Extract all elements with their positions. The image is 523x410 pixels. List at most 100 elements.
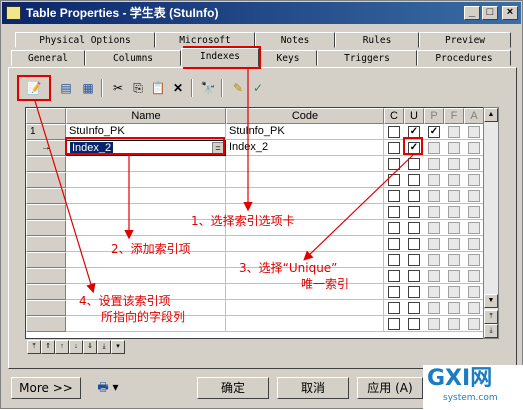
empty-checkbox[interactable] (408, 206, 420, 218)
tab-preview[interactable]: Preview (419, 32, 511, 48)
apply-button[interactable]: 应用 (A) (357, 377, 423, 399)
empty-checkbox[interactable] (388, 158, 400, 170)
current-row-marker[interactable]: → (26, 140, 66, 156)
insert-row-icon[interactable]: ▤ (57, 79, 75, 97)
primary-checkbox[interactable]: ✓ (428, 126, 440, 138)
empty-cell[interactable] (66, 172, 226, 188)
c-column-header[interactable]: C (384, 108, 404, 124)
empty-checkbox[interactable] (388, 190, 400, 202)
find-icon[interactable]: 🔭 (199, 79, 217, 97)
scroll-up-icon[interactable]: ▲ (484, 108, 498, 122)
paste-icon[interactable]: 📋 (149, 79, 167, 97)
row-header[interactable] (26, 156, 66, 172)
move-up-page-icon[interactable]: ⇑ (41, 340, 55, 354)
move-down-icon[interactable]: ↓ (69, 340, 83, 354)
minimize-button[interactable]: _ (464, 6, 480, 20)
move-up-icon[interactable]: ↑ (55, 340, 69, 354)
empty-checkbox[interactable] (388, 302, 400, 314)
empty-cell[interactable] (226, 172, 384, 188)
row-header[interactable] (26, 188, 66, 204)
move-top-icon[interactable]: ⤒ (484, 310, 498, 324)
cluster-checkbox[interactable] (388, 142, 400, 154)
empty-checkbox[interactable] (408, 286, 420, 298)
move-end-icon[interactable]: ▾ (111, 340, 125, 354)
empty-checkbox[interactable] (388, 174, 400, 186)
code-column-header[interactable]: Code (226, 108, 384, 124)
empty-checkbox[interactable] (408, 254, 420, 266)
row-number[interactable]: 1 (26, 124, 66, 140)
index-code-cell[interactable]: Index_2 (226, 140, 384, 156)
empty-checkbox[interactable] (408, 302, 420, 314)
row-header[interactable] (26, 204, 66, 220)
tab-general[interactable]: General (11, 50, 85, 66)
check-filter-icon[interactable]: ✓ (249, 79, 267, 97)
print-dropdown[interactable]: 🖶 ▾ (89, 377, 127, 399)
index-code-cell[interactable]: StuInfo_PK (226, 124, 384, 140)
copy-icon[interactable]: ⎘ (129, 79, 147, 97)
p-column-header[interactable]: P (424, 108, 444, 124)
a-column-header[interactable]: A (464, 108, 484, 124)
tab-columns[interactable]: Columns (85, 50, 181, 66)
table-row[interactable] (26, 316, 484, 332)
vertical-scrollbar[interactable]: ▲ ▼ ⤒ ⤓ (483, 107, 499, 339)
tab-physical-options[interactable]: Physical Options (15, 32, 155, 48)
cluster-checkbox[interactable] (388, 126, 400, 138)
table-row[interactable] (26, 188, 484, 204)
tab-keys[interactable]: Keys (259, 50, 317, 66)
empty-checkbox[interactable] (388, 254, 400, 266)
tab-triggers[interactable]: Triggers (317, 50, 417, 66)
empty-checkbox[interactable] (388, 206, 400, 218)
empty-checkbox[interactable] (388, 238, 400, 250)
empty-checkbox[interactable] (408, 190, 420, 202)
table-row[interactable] (26, 236, 484, 252)
ok-button[interactable]: 确定 (197, 377, 269, 399)
row-header[interactable] (26, 316, 66, 332)
row-header[interactable] (26, 284, 66, 300)
tab-procedures[interactable]: Procedures (417, 50, 511, 66)
table-row[interactable] (26, 172, 484, 188)
scroll-down-icon[interactable]: ▼ (484, 294, 498, 308)
tab-notes[interactable]: Notes (255, 32, 335, 48)
empty-checkbox[interactable] (408, 318, 420, 330)
empty-cell[interactable] (226, 156, 384, 172)
cut-icon[interactable]: ✂ (109, 79, 127, 97)
empty-checkbox[interactable] (408, 270, 420, 282)
empty-cell[interactable] (66, 156, 226, 172)
cancel-button[interactable]: 取消 (277, 377, 349, 399)
row-header[interactable] (26, 268, 66, 284)
table-row[interactable] (26, 156, 484, 172)
more-button[interactable]: More >> (11, 377, 81, 399)
delete-icon[interactable]: ✕ (169, 79, 187, 97)
empty-checkbox[interactable] (388, 270, 400, 282)
filter-icon[interactable]: ✎ (229, 79, 247, 97)
empty-cell[interactable] (66, 268, 226, 284)
row-header[interactable] (26, 172, 66, 188)
maximize-button[interactable]: □ (482, 6, 498, 20)
move-bottom-icon[interactable]: ⤓ (484, 324, 498, 338)
empty-checkbox[interactable] (388, 286, 400, 298)
row-header[interactable] (26, 236, 66, 252)
empty-checkbox[interactable] (388, 222, 400, 234)
empty-cell[interactable] (226, 316, 384, 332)
row-header[interactable] (26, 220, 66, 236)
empty-cell[interactable] (226, 236, 384, 252)
empty-checkbox[interactable] (408, 158, 420, 170)
close-button[interactable]: × (502, 6, 518, 20)
empty-cell[interactable] (226, 188, 384, 204)
u-column-header[interactable]: U (404, 108, 424, 124)
move-down-page-icon[interactable]: ⇓ (83, 340, 97, 354)
tab-rules[interactable]: Rules (335, 32, 419, 48)
tab-indexes[interactable]: Indexes (181, 48, 259, 67)
add-row-icon[interactable]: ▦ (79, 79, 97, 97)
empty-checkbox[interactable] (408, 238, 420, 250)
f-column-header[interactable]: F (444, 108, 464, 124)
empty-checkbox[interactable] (408, 174, 420, 186)
empty-cell[interactable] (66, 188, 226, 204)
row-header[interactable] (26, 252, 66, 268)
move-to-top-icon[interactable]: ⤒ (27, 340, 41, 354)
empty-cell[interactable] (226, 300, 384, 316)
empty-checkbox[interactable] (388, 318, 400, 330)
name-column-header[interactable]: Name (66, 108, 226, 124)
row-header[interactable] (26, 300, 66, 316)
move-to-bottom-icon[interactable]: ⤓ (97, 340, 111, 354)
